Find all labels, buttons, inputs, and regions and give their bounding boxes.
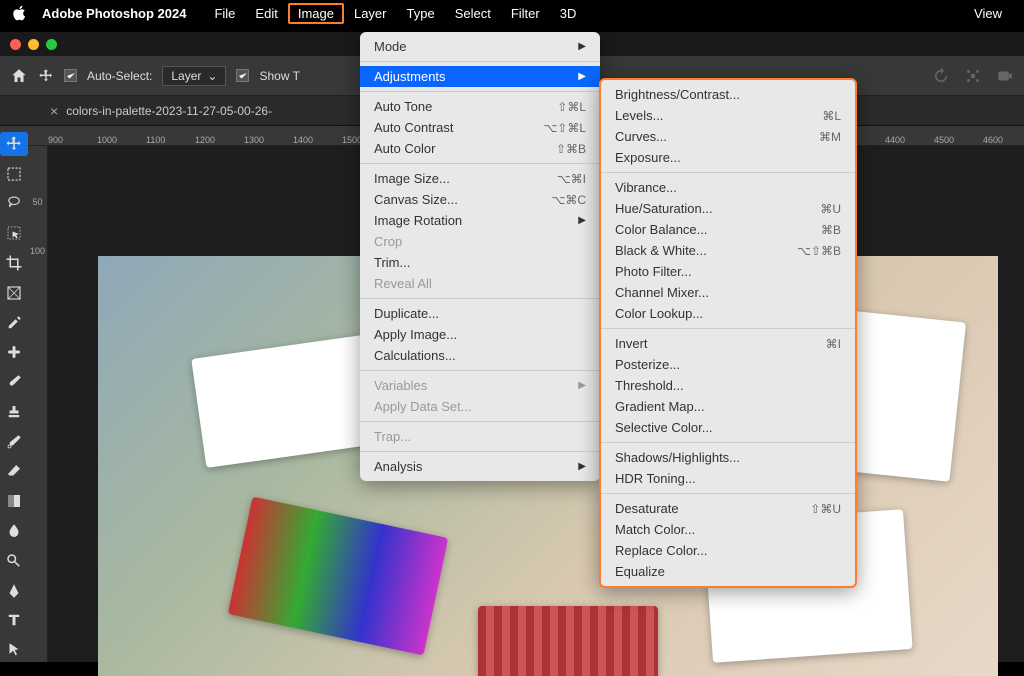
lasso-tool[interactable] [0, 192, 28, 216]
menu-item[interactable]: Exposure... [601, 147, 855, 168]
menu-item[interactable]: Selective Color... [601, 417, 855, 438]
menu-item[interactable]: Desaturate⇧⌘U [601, 498, 855, 519]
move-tool[interactable] [0, 132, 28, 156]
apple-logo-icon [12, 5, 28, 21]
menu-file[interactable]: File [204, 3, 245, 24]
menu-edit[interactable]: Edit [245, 3, 287, 24]
menu-3d[interactable]: 3D [550, 3, 587, 24]
menu-item[interactable]: Color Balance...⌘B [601, 219, 855, 240]
window-maximize-button[interactable] [46, 39, 57, 50]
healing-tool[interactable] [0, 340, 28, 364]
menu-item[interactable]: Mode▶ [360, 36, 600, 57]
gradient-tool[interactable] [0, 489, 28, 513]
image-content [191, 334, 385, 468]
menu-item[interactable]: Hue/Saturation...⌘U [601, 198, 855, 219]
menu-image[interactable]: Image [288, 3, 344, 24]
menu-item[interactable]: Calculations... [360, 345, 600, 366]
showtransform-checkbox[interactable] [236, 69, 249, 82]
eyedropper-tool[interactable] [0, 311, 28, 335]
menu-item[interactable]: Gradient Map... [601, 396, 855, 417]
menu-item: Trap... [360, 426, 600, 447]
menu-item[interactable]: Trim... [360, 252, 600, 273]
menubar-app-name: Adobe Photoshop 2024 [42, 6, 186, 21]
brush-tool[interactable] [0, 370, 28, 394]
menu-item: Crop [360, 231, 600, 252]
menu-item[interactable]: Black & White...⌥⇧⌘B [601, 240, 855, 261]
image-content [228, 497, 449, 656]
stamp-tool[interactable] [0, 400, 28, 424]
showtransform-label: Show T [259, 69, 299, 83]
menu-item[interactable]: Curves...⌘M [601, 126, 855, 147]
autoselect-label: Auto-Select: [87, 69, 152, 83]
menu-item[interactable]: HDR Toning... [601, 468, 855, 489]
type-tool[interactable] [0, 609, 28, 633]
menu-item[interactable]: Invert⌘I [601, 333, 855, 354]
menu-item[interactable]: Auto Color⇧⌘B [360, 138, 600, 159]
window-controls [10, 39, 57, 50]
dodge-tool[interactable] [0, 549, 28, 573]
menu-item[interactable]: Channel Mixer... [601, 282, 855, 303]
menu-item[interactable]: Levels...⌘L [601, 105, 855, 126]
tab-filename[interactable]: colors-in-palette-2023-11-27-05-00-26- [66, 104, 272, 118]
menu-item[interactable]: Image Size...⌥⌘I [360, 168, 600, 189]
marquee-tool[interactable] [0, 162, 28, 186]
image-menu-dropdown: Mode▶ Adjustments▶ Auto Tone⇧⌘LAuto Contra… [360, 32, 600, 481]
menu-layer[interactable]: Layer [344, 3, 397, 24]
history-brush-tool[interactable] [0, 430, 28, 454]
menu-item[interactable]: Vibrance... [601, 177, 855, 198]
menu-item[interactable]: Image Rotation▶ [360, 210, 600, 231]
camera-icon[interactable] [996, 67, 1014, 85]
menu-item[interactable]: Photo Filter... [601, 261, 855, 282]
menu-item[interactable]: Auto Contrast⌥⇧⌘L [360, 117, 600, 138]
object-select-tool[interactable] [0, 221, 28, 245]
eraser-tool[interactable] [0, 460, 28, 484]
menu-filter[interactable]: Filter [501, 3, 550, 24]
menu-item[interactable]: Duplicate... [360, 303, 600, 324]
menu-item[interactable]: Color Lookup... [601, 303, 855, 324]
tools-panel [0, 126, 28, 662]
image-content [478, 606, 658, 676]
menu-item[interactable]: Auto Tone⇧⌘L [360, 96, 600, 117]
blur-tool[interactable] [0, 519, 28, 543]
tab-close-icon[interactable]: × [50, 103, 58, 119]
3d-icon[interactable] [964, 67, 982, 85]
home-icon[interactable] [10, 67, 28, 85]
window-close-button[interactable] [10, 39, 21, 50]
autoselect-checkbox[interactable] [64, 69, 77, 82]
menu-item[interactable]: Apply Image... [360, 324, 600, 345]
menu-item[interactable]: Equalize [601, 561, 855, 582]
menu-item[interactable]: Replace Color... [601, 540, 855, 561]
toolbar-right-icons [932, 67, 1014, 85]
menu-type[interactable]: Type [397, 3, 445, 24]
crop-tool[interactable] [0, 251, 28, 275]
menu-item: Variables▶ [360, 375, 600, 396]
layer-select[interactable]: Layer⌄ [162, 66, 226, 86]
menu-item[interactable]: Analysis▶ [360, 456, 600, 477]
menu-item: Reveal All [360, 273, 600, 294]
menu-item: Apply Data Set... [360, 396, 600, 417]
menu-item[interactable]: Threshold... [601, 375, 855, 396]
menu-item[interactable]: Adjustments▶ [360, 66, 600, 87]
menu-item[interactable]: Match Color... [601, 519, 855, 540]
ruler-vertical: 50100 [28, 146, 48, 662]
adjustments-submenu: Brightness/Contrast...Levels...⌘LCurves.… [599, 78, 857, 588]
refresh-icon[interactable] [932, 67, 950, 85]
move-tool-icon [38, 68, 54, 84]
macos-menubar: Adobe Photoshop 2024 File Edit Image Lay… [0, 0, 1024, 26]
menu-item[interactable]: Brightness/Contrast... [601, 84, 855, 105]
menu-view[interactable]: View [964, 3, 1012, 24]
menu-item[interactable]: Canvas Size...⌥⌘C [360, 189, 600, 210]
pen-tool[interactable] [0, 579, 28, 603]
frame-tool[interactable] [0, 281, 28, 305]
path-select-tool[interactable] [0, 638, 28, 662]
menu-item[interactable]: Shadows/Highlights... [601, 447, 855, 468]
menu-item[interactable]: Posterize... [601, 354, 855, 375]
menu-select[interactable]: Select [445, 3, 501, 24]
window-minimize-button[interactable] [28, 39, 39, 50]
